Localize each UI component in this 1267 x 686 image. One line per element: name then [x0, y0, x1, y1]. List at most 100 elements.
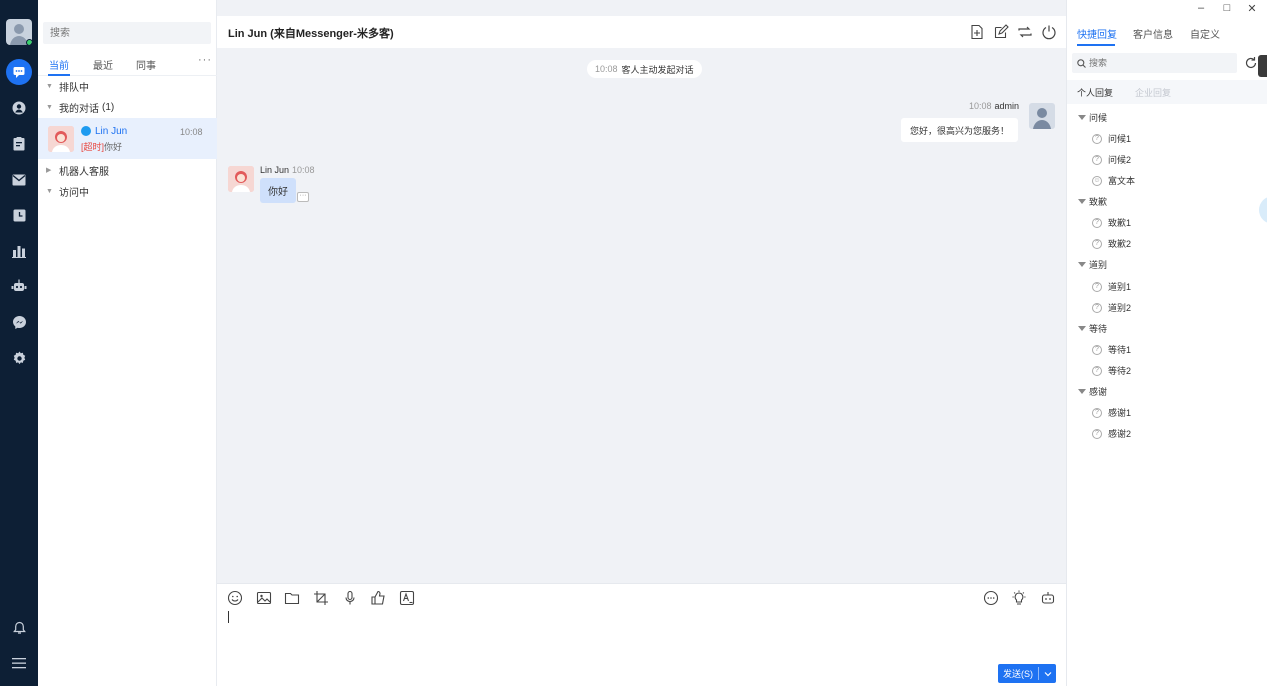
quick-reply-icon[interactable] [983, 590, 999, 606]
customer-message-meta: Lin Jun 10:08 [260, 165, 315, 175]
tab-customer-info[interactable]: 客户信息 [1133, 26, 1173, 41]
bell-icon[interactable] [0, 613, 38, 643]
conversation-list-panel: 当前 最近 同事 ··· ▼ 排队中 ▼ 我的对话 (1) Lin Jun 10… [38, 0, 217, 686]
reply-item[interactable]: ? 致歉1 [1092, 216, 1131, 229]
transfer-icon[interactable] [1017, 24, 1033, 40]
quick-reply-search[interactable] [1072, 53, 1237, 73]
chevron-down-icon: ▼ [46, 187, 53, 195]
refresh-icon[interactable] [1244, 56, 1258, 70]
emoji-icon[interactable] [227, 590, 243, 606]
rich-text-icon: ☺ [1092, 175, 1102, 186]
tab-enterprise-replies[interactable]: 企业回复 [1135, 86, 1171, 99]
reply-label: 感谢1 [1108, 408, 1132, 418]
robot-icon[interactable] [0, 271, 38, 301]
mail-icon[interactable] [0, 165, 38, 195]
screenshot-icon[interactable] [313, 590, 329, 606]
tab-colleagues[interactable]: 同事 [136, 57, 156, 72]
settings-icon[interactable] [0, 343, 38, 373]
end-chat-icon[interactable] [1041, 24, 1057, 40]
reply-item[interactable]: ? 道别1 [1092, 280, 1131, 293]
conversation-search-input[interactable] [43, 22, 211, 44]
tab-quick-reply[interactable]: 快捷回复 [1077, 26, 1117, 41]
image-icon[interactable] [256, 590, 272, 606]
chat-header: Lin Jun (来自Messenger-米多客) [217, 16, 1066, 48]
send-button-label: 发送(S) [1003, 669, 1033, 679]
messenger-icon[interactable] [0, 307, 38, 337]
category-label: 问候 [1089, 113, 1108, 123]
message-input[interactable] [228, 611, 229, 623]
send-button[interactable]: 发送(S) [998, 664, 1056, 683]
reply-item[interactable]: ? 感谢2 [1092, 427, 1131, 440]
conversation-item[interactable]: Lin Jun 10:08 [超时]你好 [38, 118, 217, 159]
tab-custom[interactable]: 自定义 [1190, 26, 1220, 41]
text-format-icon[interactable] [399, 590, 415, 606]
reply-item[interactable]: ? 等待2 [1092, 364, 1131, 377]
chat-icon[interactable] [0, 57, 38, 87]
folder-icon[interactable] [284, 590, 300, 606]
reply-category[interactable]: 道别 [1078, 258, 1107, 271]
stats-icon[interactable] [0, 236, 38, 266]
message-composer: 发送(S) [217, 583, 1066, 686]
tab-current[interactable]: 当前 [49, 57, 69, 72]
maximize-button[interactable]: □ [1221, 2, 1233, 14]
side-float-handle[interactable] [1259, 196, 1267, 224]
group-queue[interactable]: ▼ 排队中 [38, 76, 217, 96]
online-status-dot [26, 39, 32, 45]
reply-label: 感谢2 [1108, 429, 1132, 439]
reply-category[interactable]: 感谢 [1078, 385, 1107, 398]
quick-reply-search-input[interactable] [1089, 58, 1229, 68]
reply-category[interactable]: 等待 [1078, 322, 1107, 335]
group-bot-service[interactable]: ▶ 机器人客服 [38, 160, 217, 180]
question-icon: ? [1092, 344, 1102, 355]
lightbulb-icon[interactable] [1011, 590, 1027, 606]
question-icon: ? [1092, 217, 1102, 228]
search-icon [1077, 58, 1086, 68]
reply-category[interactable]: 致歉 [1078, 195, 1107, 208]
menu-icon[interactable] [0, 648, 38, 678]
left-nav [0, 0, 38, 686]
reply-item[interactable]: ? 问候1 [1092, 132, 1131, 145]
chevron-down-icon: ▼ [46, 103, 53, 111]
customer-message-time: 10:08 [292, 165, 315, 175]
question-icon: ? [1092, 428, 1102, 439]
category-label: 致歉 [1089, 197, 1108, 207]
history-icon[interactable] [0, 200, 38, 230]
group-label: 排队中 [59, 82, 89, 94]
close-button[interactable]: ✕ [1246, 2, 1258, 15]
group-visiting[interactable]: ▼ 访问中 [38, 181, 217, 201]
reply-item[interactable]: ? 道别2 [1092, 301, 1131, 314]
question-icon: ? [1092, 407, 1102, 418]
tab-recent[interactable]: 最近 [93, 57, 113, 72]
reply-item[interactable]: ☺ 富文本 [1092, 174, 1135, 187]
reply-item[interactable]: ? 感谢1 [1092, 406, 1131, 419]
panel-collapse-handle[interactable] [1258, 55, 1267, 77]
contact-icon[interactable] [0, 93, 38, 123]
agent-message-text: 您好，很高兴为您服务！ [909, 125, 1009, 136]
reply-item[interactable]: ? 等待1 [1092, 343, 1131, 356]
agent-avatar [1029, 103, 1055, 129]
tab-personal-replies[interactable]: 个人回复 [1077, 86, 1113, 99]
chevron-down-icon [1078, 389, 1086, 394]
edit-icon[interactable] [993, 24, 1009, 40]
message-more-icon[interactable]: ··· [297, 192, 309, 202]
preview-text: 你好 [104, 142, 123, 152]
add-ticket-icon[interactable] [969, 24, 985, 40]
microphone-icon[interactable] [342, 590, 358, 606]
ticket-icon[interactable] [0, 129, 38, 159]
robot-assist-icon[interactable] [1040, 590, 1056, 606]
conversation-tabs: 当前 最近 同事 ··· [38, 52, 217, 76]
thumbs-up-icon[interactable] [370, 590, 386, 606]
agent-message-time: 10:08 [968, 101, 992, 111]
chevron-down-icon[interactable] [1039, 671, 1056, 677]
minimize-button[interactable]: – [1195, 2, 1207, 14]
agent-name: admin [994, 101, 1019, 111]
reply-category[interactable]: 问候 [1078, 111, 1107, 124]
user-avatar[interactable] [6, 19, 32, 45]
system-message-time: 10:08 [595, 64, 618, 74]
reply-label: 等待2 [1108, 366, 1132, 376]
group-my-conversations[interactable]: ▼ 我的对话 (1) [38, 97, 217, 117]
customer-avatar [48, 126, 74, 152]
more-icon[interactable]: ··· [198, 54, 212, 66]
reply-item[interactable]: ? 致歉2 [1092, 237, 1131, 250]
reply-item[interactable]: ? 问候2 [1092, 153, 1131, 166]
